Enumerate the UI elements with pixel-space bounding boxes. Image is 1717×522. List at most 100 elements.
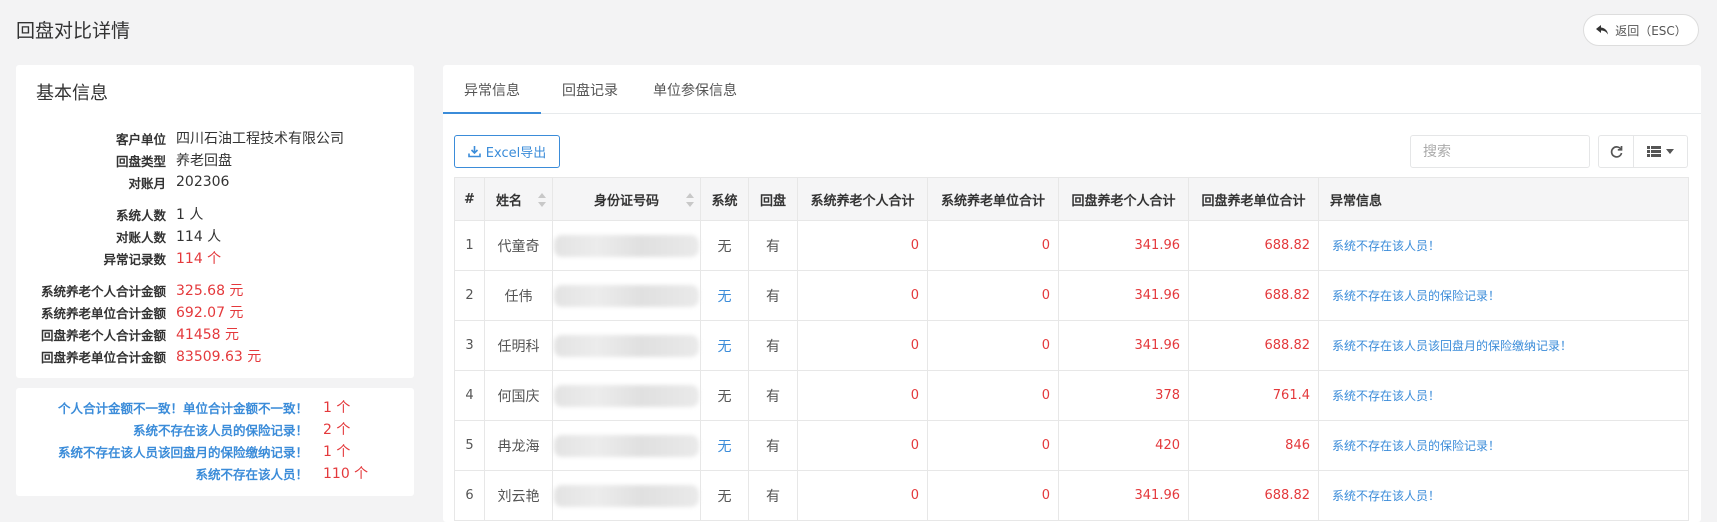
columns-toggle-button[interactable] <box>1634 135 1688 168</box>
col-header-back-unit: 回盘养老单位合计 <box>1188 177 1319 221</box>
tab-return-records[interactable]: 回盘记录 <box>541 65 639 114</box>
row-back-personal: 341.96 <box>1058 320 1189 371</box>
recon-count-label: 对账人数 <box>115 229 166 245</box>
row-index: 2 <box>454 270 485 321</box>
summary-row: 个人合计金额不一致！单位合计金额不一致！ 1 个 <box>16 396 414 418</box>
table-row[interactable]: 5 冉龙海无有 0 0 420 846 系统不存在该人员的保险记录！ <box>454 420 1689 471</box>
row-name: 任伟 <box>484 270 553 321</box>
summary-value: 110 个 <box>323 466 369 482</box>
row-system: 无 <box>700 270 749 321</box>
table-row[interactable]: 4 何国庆无有 0 0 378 761.4 系统不存在该人员！ <box>454 370 1689 421</box>
sys-unit-value: 692.07 元 <box>176 305 244 321</box>
refresh-icon <box>1610 146 1622 158</box>
table-row[interactable]: 3 任明科无有 0 0 341.96 688.82 系统不存在该人员该回盘月的保险缴纳记录！ <box>454 320 1689 371</box>
summary-label: 系统不存在该人员！ <box>195 466 308 482</box>
table-row[interactable]: 2 任伟无有 0 0 341.96 688.82 系统不存在该人员的保险记录！ <box>454 270 1689 321</box>
summary-value: 1 个 <box>323 444 351 460</box>
excel-export-button[interactable]: Excel导出 <box>454 135 560 168</box>
row-system: 无 <box>700 220 749 271</box>
col-header-id[interactable]: 身份证号码 <box>552 177 701 221</box>
info-row-sys-count: 系统人数 1 人 <box>16 203 414 225</box>
col-header-sys-personal: 系统养老个人合计 <box>797 177 928 221</box>
abnormal-summary-card: 个人合计金额不一致！单位合计金额不一致！ 1 个 系统不存在该人员的保险记录！ … <box>16 388 414 496</box>
list-icon <box>1647 146 1661 157</box>
row-return: 有 <box>748 270 798 321</box>
back-button[interactable]: 返回（ESC） <box>1583 14 1699 46</box>
back-unit-label: 回盘养老单位合计金额 <box>40 349 166 365</box>
row-back-personal: 341.96 <box>1058 270 1189 321</box>
month-value: 202306 <box>176 174 230 190</box>
info-row-back-personal: 回盘养老个人合计金额 41458 元 <box>16 323 414 345</box>
col-header-system: 系统 <box>700 177 749 221</box>
redacted-id-blur <box>554 484 699 507</box>
row-back-unit: 688.82 <box>1188 220 1319 271</box>
summary-label: 个人合计金额不一致！单位合计金额不一致！ <box>57 400 308 416</box>
caret-down-icon <box>1666 149 1674 154</box>
row-id-number <box>552 370 701 421</box>
summary-label: 系统不存在该人员该回盘月的保险缴纳记录！ <box>57 444 308 460</box>
col-header-name[interactable]: 姓名 <box>484 177 553 221</box>
row-return: 有 <box>748 220 798 271</box>
back-personal-value: 41458 元 <box>176 327 239 343</box>
table-row[interactable]: 1 代童奇无有 0 0 341.96 688.82 系统不存在该人员！ <box>454 220 1689 271</box>
row-abnormal-info: 系统不存在该人员该回盘月的保险缴纳记录！ <box>1318 320 1689 371</box>
table-row[interactable]: 6 刘云艳无有 0 0 341.96 688.82 系统不存在该人员！ <box>454 470 1689 521</box>
redacted-id-blur <box>554 234 699 257</box>
row-sys-personal: 0 <box>797 370 928 421</box>
summary-row: 系统不存在该人员的保险记录！ 2 个 <box>16 418 414 440</box>
row-name: 任明科 <box>484 320 553 371</box>
search-input[interactable] <box>1410 135 1590 168</box>
row-name: 何国庆 <box>484 370 553 421</box>
recon-count-value: 114 人 <box>176 229 222 245</box>
sys-count-label: 系统人数 <box>115 207 166 223</box>
abnormal-count-label: 异常记录数 <box>103 251 166 267</box>
basic-info-title: 基本信息 <box>36 83 108 104</box>
row-return: 有 <box>748 320 798 371</box>
row-abnormal-info: 系统不存在该人员的保险记录！ <box>1318 420 1689 471</box>
row-index: 5 <box>454 420 485 471</box>
type-label: 回盘类型 <box>115 153 166 169</box>
col-header-abnormal-info: 异常信息 <box>1318 177 1689 221</box>
month-label: 对账月 <box>128 175 166 191</box>
row-back-unit: 688.82 <box>1188 270 1319 321</box>
row-sys-unit: 0 <box>927 320 1059 371</box>
download-icon <box>467 146 481 158</box>
info-row-sys-personal: 系统养老个人合计金额 325.68 元 <box>16 279 414 301</box>
row-back-unit: 846 <box>1188 420 1319 471</box>
excel-export-label: Excel导出 <box>485 146 547 161</box>
return-arrow-icon <box>1596 25 1609 35</box>
row-back-unit: 688.82 <box>1188 320 1319 371</box>
row-sys-unit: 0 <box>927 370 1059 421</box>
abnormal-count-value: 114 个 <box>176 251 222 267</box>
table-header-row: # 姓名 身份证号码 系统 回盘 系统养老个人合计 系统养老单位合计 回盘养老个… <box>454 177 1689 221</box>
row-id-number <box>552 270 701 321</box>
row-index: 1 <box>454 220 485 271</box>
row-name: 冉龙海 <box>484 420 553 471</box>
row-back-personal: 341.96 <box>1058 220 1189 271</box>
row-return: 有 <box>748 370 798 421</box>
row-sys-personal: 0 <box>797 220 928 271</box>
tab-unit-insurance-info[interactable]: 单位参保信息 <box>639 65 751 114</box>
row-sys-personal: 0 <box>797 470 928 521</box>
page-title: 回盘对比详情 <box>16 20 131 42</box>
summary-value: 2 个 <box>323 422 351 438</box>
row-back-unit: 688.82 <box>1188 470 1319 521</box>
info-row-recon-count: 对账人数 114 人 <box>16 225 414 247</box>
abnormal-table: # 姓名 身份证号码 系统 回盘 系统养老个人合计 系统养老单位合计 回盘养老个… <box>454 177 1689 521</box>
row-back-personal: 341.96 <box>1058 470 1189 521</box>
info-row-sys-unit: 系统养老单位合计金额 692.07 元 <box>16 301 414 323</box>
col-header-name-label: 姓名 <box>496 193 523 209</box>
redacted-id-blur <box>554 334 699 357</box>
row-system: 无 <box>700 320 749 371</box>
refresh-button[interactable] <box>1598 135 1634 168</box>
tab-bar: 异常信息 回盘记录 单位参保信息 <box>443 65 1701 114</box>
tab-abnormal-info[interactable]: 异常信息 <box>443 65 541 114</box>
row-system: 无 <box>700 370 749 421</box>
customer-value: 四川石油工程技术有限公司 <box>176 131 344 147</box>
col-header-back-personal: 回盘养老个人合计 <box>1058 177 1189 221</box>
sort-icon <box>686 193 694 207</box>
row-sys-unit: 0 <box>927 470 1059 521</box>
back-button-label: 返回（ESC） <box>1615 23 1687 38</box>
customer-label: 客户单位 <box>115 131 166 147</box>
row-system: 无 <box>700 420 749 471</box>
